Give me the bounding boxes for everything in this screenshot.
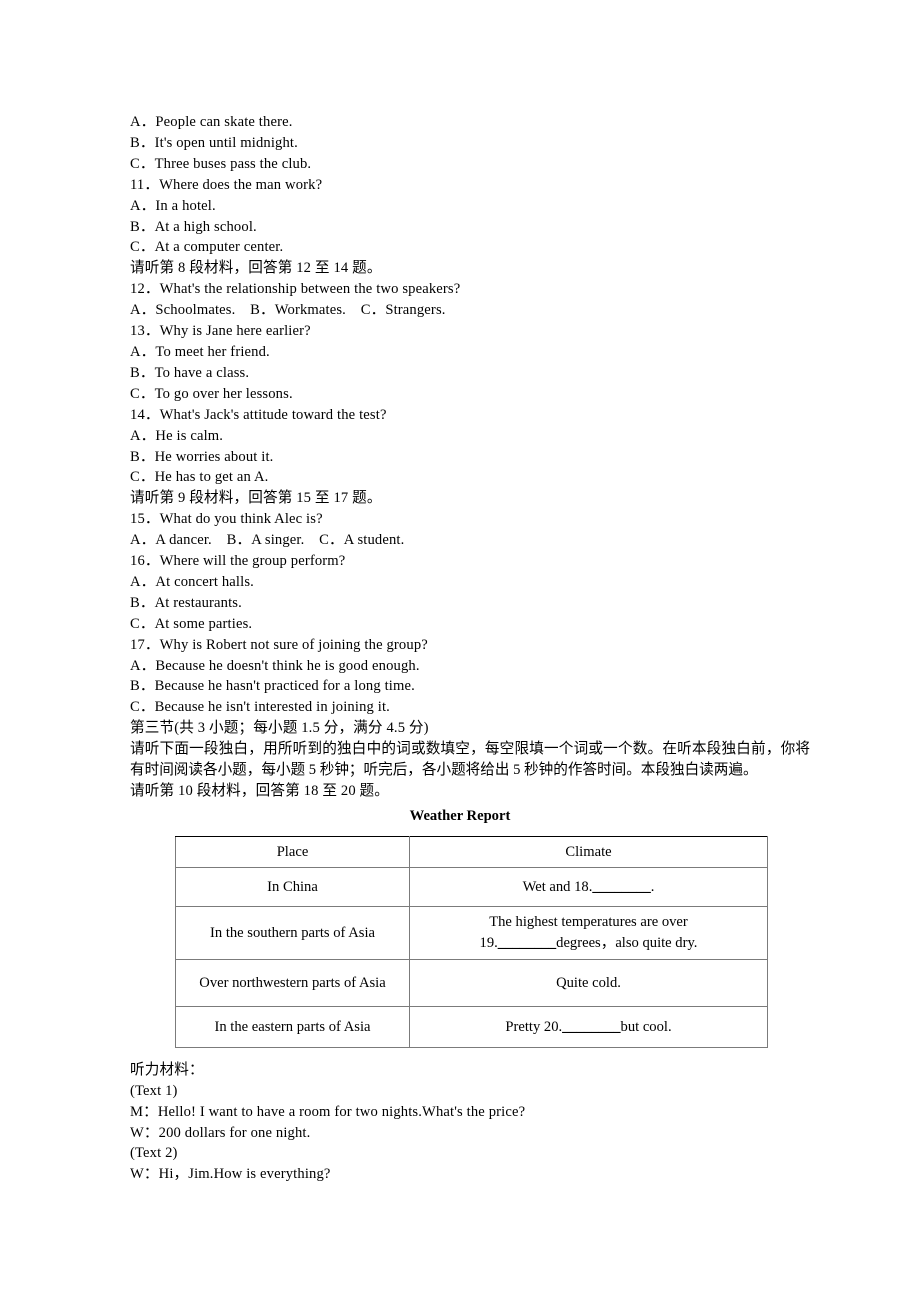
answer-option: C．Because he isn't interested in joining… <box>130 699 390 716</box>
table-row: In the southern parts of Asia The highes… <box>175 905 768 960</box>
instruction-paragraph: 请听下面一段独白，用所听到的独白中的词或数填空，每空限填一个词或一个数。在听本段… <box>130 741 810 779</box>
fill-blank-18[interactable]: ________ <box>592 879 650 895</box>
question-item: 17．Why is Robert not sure of joining the… <box>130 636 428 653</box>
cell-place: Over northwestern parts of Asia <box>175 958 410 1007</box>
question-item: 12．What's the relationship between the t… <box>130 281 461 298</box>
transcript-section: 听力材料： (Text 1) M：Hello! I want to have a… <box>130 1060 810 1185</box>
climate-prefix: Wet and 18. <box>522 878 593 895</box>
answer-option: B．At a high school. <box>130 218 257 235</box>
answer-option: C．Three buses pass the club. <box>130 155 312 172</box>
answer-option: A．He is calm. <box>130 427 224 444</box>
climate-suffix: but cool. <box>620 1018 672 1035</box>
question-item: 11．Where does the man work? <box>130 176 323 193</box>
answer-option: B．He worries about it. <box>130 448 274 465</box>
answer-option: C．At some parties. <box>130 615 253 632</box>
transcript-line: (Text 2) <box>130 1145 178 1162</box>
cell-climate: Pretty 20.________but cool. <box>409 1005 768 1048</box>
answer-option: A．To meet her friend. <box>130 343 270 360</box>
column-header-place: Place <box>175 835 410 868</box>
fill-blank-19[interactable]: ________ <box>498 935 556 951</box>
table-row: Over northwestern parts of Asia Quite co… <box>175 958 768 1007</box>
transcript-line: W：Hi，Jim.How is everything? <box>130 1166 331 1183</box>
section-intro: 请听第 10 段材料，回答第 18 至 20 题。 <box>130 783 390 799</box>
answer-option: B．It's open until midnight. <box>130 134 298 151</box>
question-list-top: A．People can skate there. B．It's open un… <box>130 112 810 739</box>
transcript-line: M：Hello! I want to have a room for two n… <box>130 1103 526 1120</box>
document-page: A．People can skate there. B．It's open un… <box>0 0 920 1302</box>
answer-option-row: A．A dancer. B．A singer. C．A student. <box>130 532 405 549</box>
table-header-row: Place Climate <box>175 835 768 868</box>
answer-option: B．Because he hasn't practiced for a long… <box>130 678 415 695</box>
cell-climate: Quite cold. <box>409 958 768 1007</box>
answer-option: C．At a computer center. <box>130 239 284 256</box>
question-item: 16．Where will the group perform? <box>130 553 346 570</box>
listening-material-heading: 请听第 8 段材料，回答第 12 至 14 题。 <box>130 260 382 277</box>
answer-option: A．At concert halls. <box>130 573 254 590</box>
answer-option: B．At restaurants. <box>130 594 242 611</box>
climate-line-1: The highest temperatures are over <box>489 914 688 931</box>
answer-option: A．People can skate there. <box>130 114 293 130</box>
question-item: 14．What's Jack's attitude toward the tes… <box>130 406 387 423</box>
table-row: In the eastern parts of Asia Pretty 20._… <box>175 1005 768 1048</box>
cell-place: In China <box>175 866 410 907</box>
climate-suffix: degrees，also quite dry. <box>556 934 698 951</box>
answer-option: B．To have a class. <box>130 364 250 381</box>
section-heading: 第三节(共 3 小题；每小题 1.5 分，满分 4.5 分) <box>130 720 429 737</box>
weather-report-table: Place Climate In China Wet and 18.______… <box>175 835 768 1048</box>
climate-suffix: . <box>650 878 655 895</box>
cell-place: In the southern parts of Asia <box>175 905 410 960</box>
answer-option: C．He has to get an A. <box>130 469 269 486</box>
answer-option: C．To go over her lessons. <box>130 385 293 402</box>
answer-option: A．In a hotel. <box>130 197 216 214</box>
answer-option-row: A．Schoolmates. B．Workmates. C．Strangers. <box>130 302 446 319</box>
transcript-line: W：200 dollars for one night. <box>130 1124 311 1141</box>
transcript-line: (Text 1) <box>130 1082 178 1099</box>
cell-climate: The highest temperatures are over 19.____… <box>409 905 768 960</box>
fill-blank-20[interactable]: ________ <box>562 1019 620 1035</box>
cell-climate: Wet and 18.________. <box>409 866 768 907</box>
table-title: Weather Report <box>409 807 511 824</box>
transcript-heading: 听力材料： <box>130 1061 204 1078</box>
answer-option: A．Because he doesn't think he is good en… <box>130 657 420 674</box>
climate-prefix: Pretty 20. <box>505 1018 563 1035</box>
cell-place: In the eastern parts of Asia <box>175 1005 410 1048</box>
climate-prefix: 19. <box>479 934 498 951</box>
listening-material-heading: 请听第 9 段材料，回答第 15 至 17 题。 <box>130 490 382 507</box>
column-header-climate: Climate <box>409 835 768 868</box>
question-item: 13．Why is Jane here earlier? <box>130 323 311 340</box>
table-row: In China Wet and 18.________. <box>175 866 768 907</box>
question-item: 15．What do you think Alec is? <box>130 511 323 528</box>
